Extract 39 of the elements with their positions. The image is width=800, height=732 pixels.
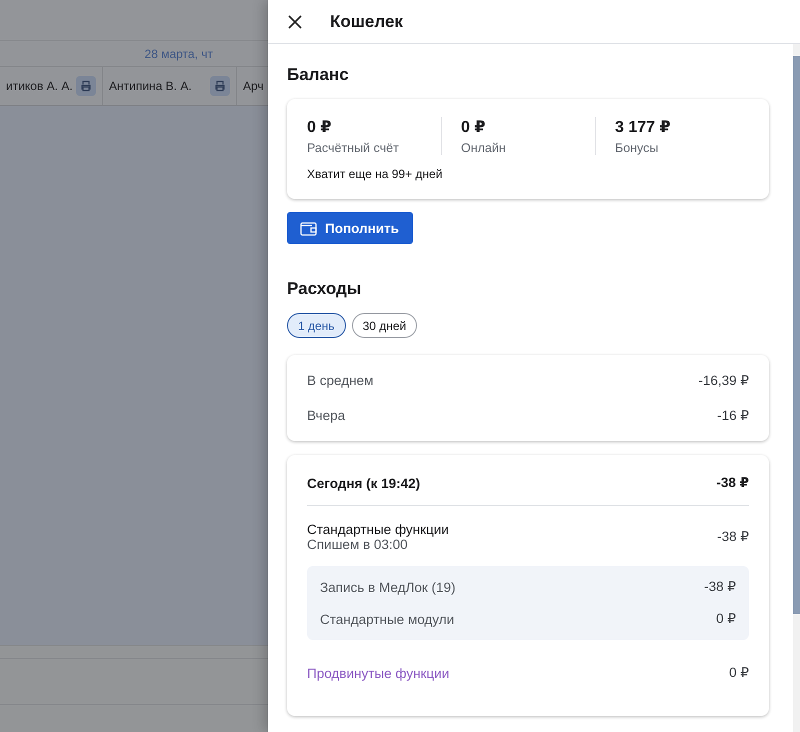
group-subtitle: Спишем в 03:00 <box>307 537 409 552</box>
section-heading: Баланс <box>287 64 350 86</box>
doctor-name: Антипина В. А. <box>109 79 192 93</box>
today-total: -38 ₽ <box>716 475 749 491</box>
account-amount: 0 ₽ <box>461 118 486 137</box>
doctor-name: итиков А. А. <box>6 79 73 93</box>
print-button[interactable] <box>76 76 96 96</box>
account-label: Онлайн <box>461 141 507 155</box>
printer-icon <box>214 80 226 92</box>
period-tab[interactable]: 1 день <box>287 313 346 338</box>
summary-value: -16,39 ₽ <box>698 372 749 388</box>
top-up-button[interactable]: Пополнить <box>287 212 413 244</box>
detail-label: Стандартные модули <box>320 612 454 626</box>
print-button[interactable] <box>210 76 230 96</box>
advanced-functions-value: 0 ₽ <box>729 665 749 681</box>
printer-icon <box>80 80 92 92</box>
balance-note: Хватит еще на 99+ дней <box>307 167 444 181</box>
group-value: -38 ₽ <box>717 529 749 545</box>
summary-label: Вчера <box>307 408 346 423</box>
group-title: Стандартные функции <box>307 522 449 537</box>
advanced-functions-link[interactable]: Продвинутые функции <box>307 666 450 680</box>
account-label: Бонусы <box>615 141 660 155</box>
account-amount: 3 177 ₽ <box>615 118 672 137</box>
today-title: Сегодня (к 19:42) <box>307 476 420 490</box>
detail-value: 0 ₽ <box>716 611 736 627</box>
drawer-title: Кошелек <box>330 12 403 32</box>
detail-value: -38 ₽ <box>704 579 736 595</box>
account-amount: 0 ₽ <box>307 118 332 137</box>
summary-value: -16 ₽ <box>717 408 749 424</box>
date-header: 28 марта, чт <box>144 46 213 60</box>
account-label: Расчётный счёт <box>307 141 400 155</box>
period-tab[interactable]: 30 дней <box>352 313 418 338</box>
doctor-name: Арч <box>243 79 264 93</box>
wallet-icon <box>300 220 317 236</box>
detail-label: Запись в МедЛок (19) <box>320 580 456 594</box>
summary-label: В среднем <box>307 373 374 388</box>
section-heading: Расходы <box>287 278 362 300</box>
close-icon <box>288 14 302 28</box>
scrollbar-thumb[interactable] <box>793 56 800 614</box>
